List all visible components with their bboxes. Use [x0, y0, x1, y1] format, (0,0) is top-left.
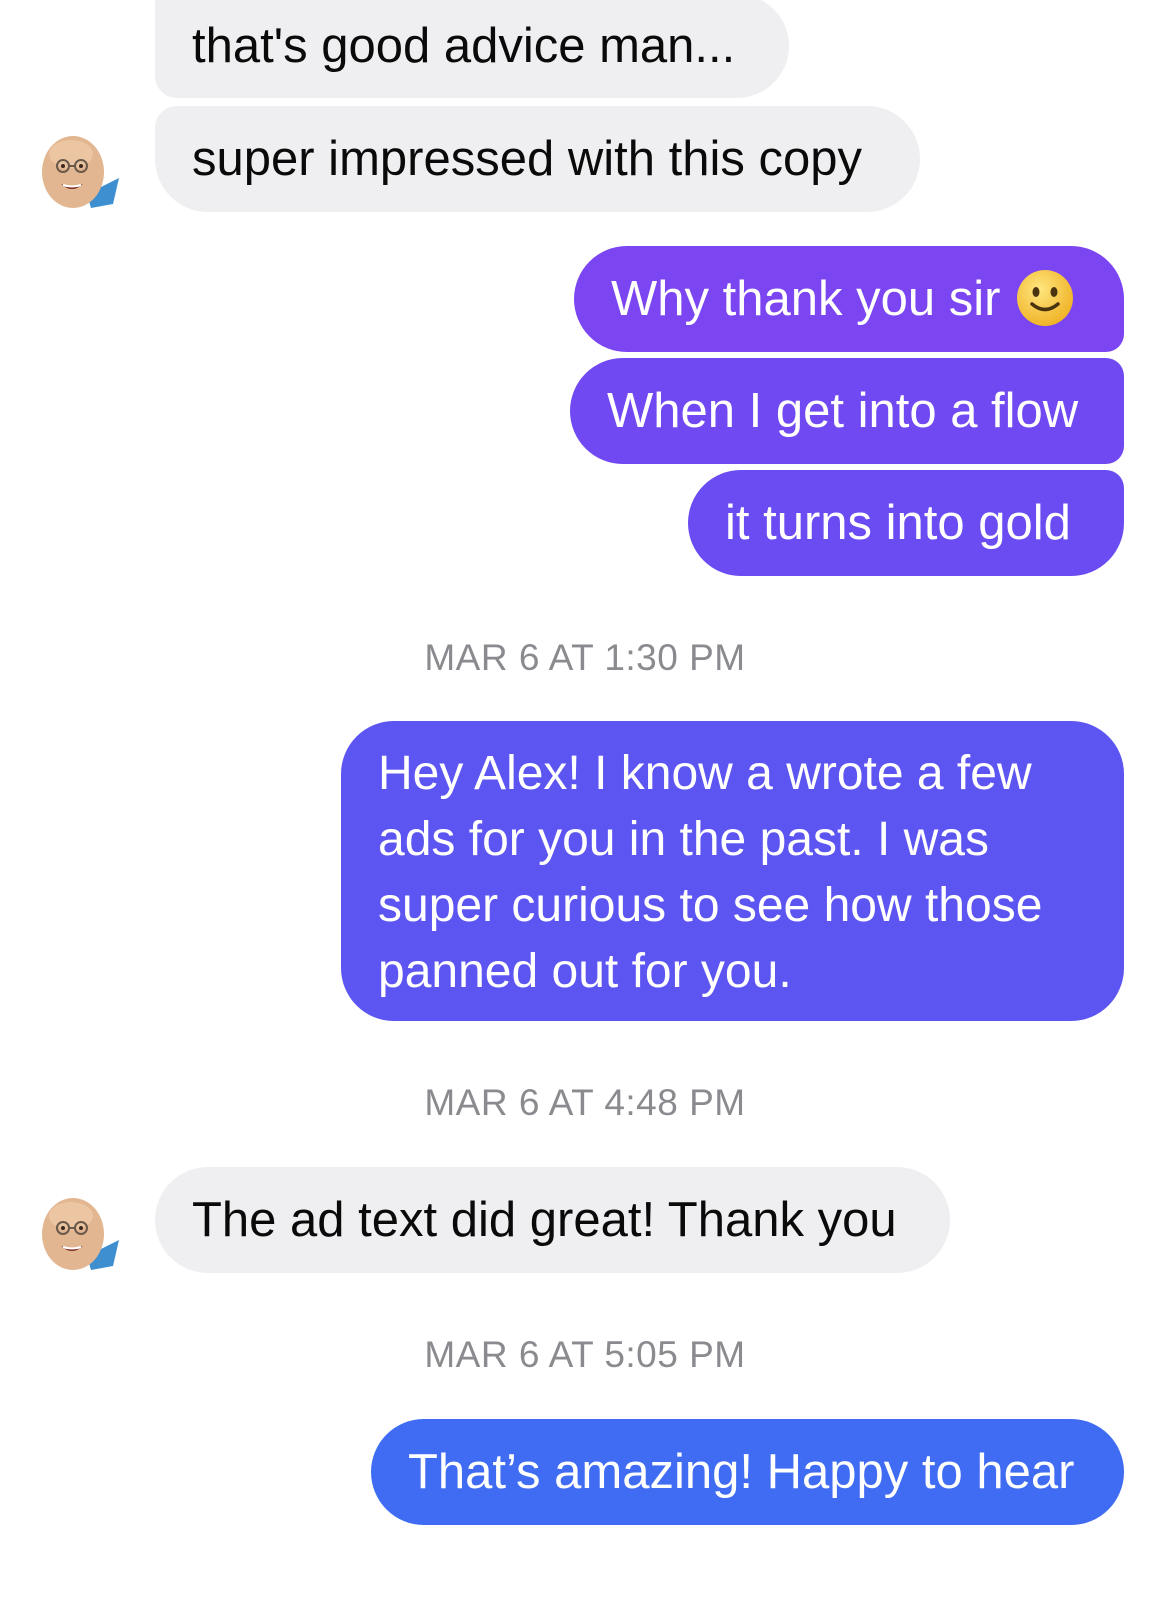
- message-text: Hey Alex! I know a wrote a few ads for y…: [378, 747, 1043, 998]
- message-text: The ad text did great! Thank you: [192, 1193, 897, 1247]
- timestamp: MAR 6 AT 4:48 PM: [424, 1082, 746, 1123]
- outgoing-message[interactable]: Why thank you sir: [574, 246, 1124, 352]
- incoming-message[interactable]: super impressed with this copy: [155, 106, 920, 212]
- outgoing-message[interactable]: When I get into a flow: [570, 358, 1124, 464]
- outgoing-message[interactable]: it turns into gold: [688, 470, 1124, 576]
- message-text: That’s amazing! Happy to hear: [408, 1445, 1075, 1499]
- contact-avatar-icon[interactable]: [35, 1190, 119, 1274]
- message-text: Why thank you sir: [611, 272, 1001, 326]
- message-thread: that's good advice man... super impresse…: [0, 0, 1170, 1600]
- message-text: super impressed with this copy: [192, 132, 862, 186]
- outgoing-message[interactable]: Hey Alex! I know a wrote a few ads for y…: [341, 721, 1124, 1021]
- message-text: that's good advice man...: [192, 19, 736, 73]
- slightly-smiling-face-icon: [1017, 270, 1074, 327]
- timestamp: MAR 6 AT 5:05 PM: [424, 1334, 746, 1375]
- message-text: When I get into a flow: [607, 384, 1079, 438]
- message-text: it turns into gold: [725, 496, 1071, 550]
- contact-avatar-icon[interactable]: [35, 128, 119, 212]
- incoming-message[interactable]: The ad text did great! Thank you: [155, 1167, 950, 1273]
- incoming-message[interactable]: that's good advice man...: [155, 0, 789, 98]
- timestamp: MAR 6 AT 1:30 PM: [424, 637, 746, 678]
- outgoing-message[interactable]: That’s amazing! Happy to hear: [371, 1419, 1124, 1525]
